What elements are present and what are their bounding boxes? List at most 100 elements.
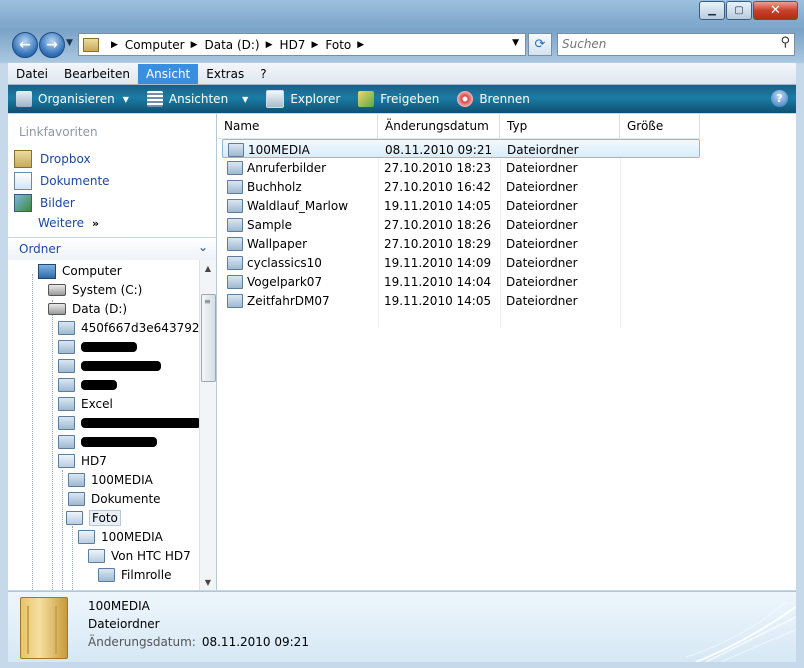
file-type: Dateiordner (506, 274, 578, 289)
column-header-label: Größe (627, 119, 664, 133)
breadcrumb-label: Computer (124, 37, 185, 52)
menu-bearbeiten[interactable]: Bearbeiten (56, 64, 138, 84)
system-drive-icon (48, 284, 66, 296)
column-header-size[interactable]: Größe (620, 114, 700, 138)
breadcrumb-computer[interactable]: Computer ▶ (125, 38, 205, 52)
tree-item-redacted[interactable] (58, 376, 117, 394)
folder-icon (58, 378, 75, 392)
folder-icon (227, 217, 243, 232)
close-button[interactable]: ✕ (753, 1, 798, 20)
favorite-label: Dokumente (40, 174, 110, 188)
tree-item-filmrolle[interactable]: Filmrolle (98, 566, 171, 584)
tree-item-dokumente[interactable]: Dokumente (68, 490, 161, 508)
address-bar[interactable]: ▶ Computer ▶ Data (D:) ▶ HD7 ▶ Foto ▶ ▼ (78, 33, 526, 56)
recent-pages-dropdown[interactable]: ▼ (66, 38, 73, 48)
burn-button[interactable]: Brennen (457, 91, 530, 107)
forward-button[interactable]: → (39, 32, 65, 58)
share-button[interactable]: Freigeben (358, 91, 439, 107)
search-icon[interactable]: ⚲ (780, 35, 790, 50)
file-row[interactable]: Waldlauf_Marlow 19.11.2010 14:05 Dateior… (222, 196, 700, 215)
menu-datei[interactable]: Datei (8, 64, 56, 84)
breadcrumb-foto[interactable]: Foto ▶ (325, 38, 371, 52)
tree-item-100media[interactable]: 100MEDIA (68, 471, 153, 489)
file-date: 19.11.2010 14:09 (384, 255, 492, 270)
tree-item-foto-100media[interactable]: 100MEDIA (78, 528, 163, 546)
file-date: 27.10.2010 16:42 (384, 179, 492, 194)
favorite-bilder[interactable]: Bilder (14, 194, 75, 212)
tree-item-von-htc-hd7[interactable]: Von HTC HD7 (88, 547, 191, 565)
explorer-label: Explorer (290, 92, 341, 106)
back-button[interactable]: ← (12, 32, 38, 58)
scroll-up-icon[interactable]: ▲ (200, 260, 216, 276)
column-header-date[interactable]: Änderungsdatum (378, 114, 500, 138)
scroll-thumb[interactable] (201, 294, 216, 382)
explorer-button[interactable]: Explorer (266, 90, 340, 108)
tree-item-hash-folder[interactable]: 450f667d3e64379244e4 (58, 319, 199, 337)
file-row[interactable]: Wallpaper 27.10.2010 18:29 Dateiordner (222, 234, 700, 253)
folders-header[interactable]: Ordner ⌄ (8, 237, 216, 260)
tree-item-redacted[interactable] (58, 414, 199, 432)
tree-item-excel[interactable]: Excel (58, 395, 113, 413)
file-row[interactable]: cyclassics10 19.11.2010 14:09 Dateiordne… (222, 253, 700, 272)
tree-item-system-c[interactable]: System (C:) (48, 281, 142, 299)
search-box[interactable]: ⚲ (557, 33, 795, 56)
tree-item-label: Computer (62, 264, 122, 278)
file-row[interactable]: 100MEDIA 08.11.2010 09:21 Dateiordner (222, 139, 700, 158)
details-modified: Änderungsdatum: 08.11.2010 09:21 (88, 635, 309, 649)
favorite-dokumente[interactable]: Dokumente (14, 172, 110, 190)
scroll-down-icon[interactable]: ▼ (200, 574, 216, 590)
file-row[interactable]: Buchholz 27.10.2010 16:42 Dateiordner (222, 177, 700, 196)
folders-header-label: Ordner (19, 242, 61, 256)
favorite-dropbox[interactable]: Dropbox (14, 150, 91, 168)
organize-icon (16, 91, 32, 107)
tree-item-computer[interactable]: Computer (38, 262, 122, 280)
organize-button[interactable]: Organisieren ▼ (16, 91, 129, 107)
tree-scrollbar[interactable]: ▲ ≡ ▼ (199, 260, 216, 590)
open-folder-icon (66, 511, 83, 525)
command-bar: Organisieren ▼ Ansichten ▼ Explorer Frei… (8, 85, 796, 113)
breadcrumb-data[interactable]: Data (D:) ▶ (205, 38, 280, 52)
folder-icon (58, 416, 75, 430)
tree-item-foto[interactable]: Foto (66, 509, 121, 527)
file-row[interactable]: Sample 27.10.2010 18:26 Dateiordner (222, 215, 700, 234)
file-row[interactable]: Anruferbilder 27.10.2010 18:23 Dateiordn… (222, 158, 700, 177)
address-dropdown-icon[interactable]: ▼ (512, 38, 519, 48)
file-row[interactable]: Vogelpark07 19.11.2010 14:04 Dateiordner (222, 272, 700, 291)
open-folder-icon (58, 454, 75, 468)
views-button[interactable]: Ansichten ▼ (146, 91, 248, 107)
menu-ansicht[interactable]: Ansicht (137, 63, 199, 84)
menu-help[interactable]: ? (252, 64, 274, 84)
tree-item-redacted[interactable] (58, 433, 157, 451)
minimize-button[interactable]: ▁ (699, 1, 725, 20)
column-header-label: Typ (507, 119, 528, 133)
tree-item-hd7[interactable]: HD7 (58, 452, 107, 470)
breadcrumb-hd7[interactable]: HD7 ▶ (280, 38, 326, 52)
organize-label: Organisieren (38, 92, 115, 106)
breadcrumb-separator[interactable]: ▶ (105, 40, 125, 50)
tree-item-data-d[interactable]: Data (D:) (48, 300, 127, 318)
refresh-button[interactable]: ⟳ (528, 33, 552, 56)
details-modified-label: Änderungsdatum: (88, 635, 196, 649)
help-button[interactable]: ? (771, 90, 788, 107)
tree-item-label: 450f667d3e64379244e4 (81, 321, 199, 335)
column-header-name[interactable]: Name (217, 114, 378, 138)
tree-item-label: Von HTC HD7 (111, 549, 191, 563)
column-header-type[interactable]: Typ (500, 114, 620, 138)
tree-item-label: Filmrolle (121, 568, 172, 582)
menu-extras[interactable]: Extras (198, 64, 252, 84)
file-date: 27.10.2010 18:26 (384, 217, 492, 232)
tree-item-redacted[interactable] (58, 357, 161, 375)
file-type: Dateiordner (506, 198, 578, 213)
folder-icon (58, 359, 75, 373)
tree-guide-line (62, 470, 63, 590)
tree-item-label: 100MEDIA (91, 473, 153, 487)
search-input[interactable] (558, 34, 762, 53)
tree-item-redacted[interactable] (58, 338, 137, 356)
favorites-more-link[interactable]: Weitere » (38, 216, 99, 230)
folder-icon (227, 293, 243, 308)
details-pane: 100MEDIA Dateiordner Änderungsdatum: 08.1… (8, 591, 796, 662)
details-type: Dateiordner (88, 617, 160, 631)
file-row[interactable]: ZeitfahrDM07 19.11.2010 14:05 Dateiordne… (222, 291, 700, 310)
maximize-button[interactable]: ▢ (726, 1, 752, 20)
help-icon: ? (776, 92, 783, 105)
